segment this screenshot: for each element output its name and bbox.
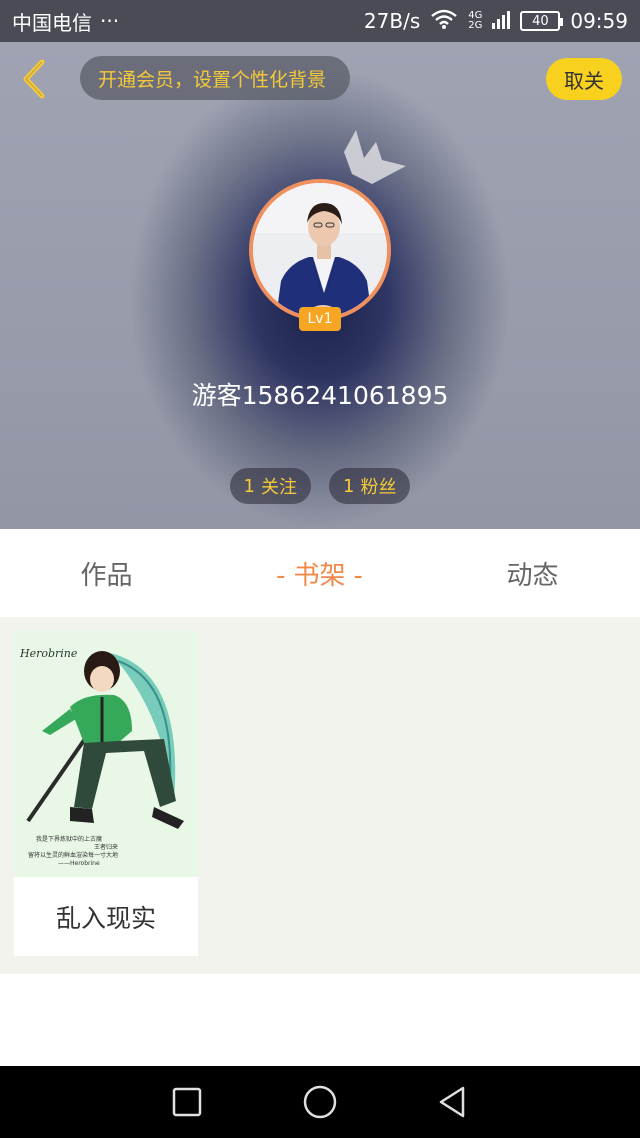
- system-nav-bar: [0, 1066, 640, 1138]
- cover-line-1: 我是下界炼狱中的上古魔: [36, 835, 102, 843]
- bookshelf-content: Herobrine 我是下界炼狱中的上古魔 王者归来 留将以生灵的鲜血渲染每一寸…: [0, 617, 640, 974]
- book-cover: Herobrine 我是下界炼狱中的上古魔 王者归来 留将以生灵的鲜血渲染每一寸…: [14, 631, 198, 877]
- tab-bookshelf[interactable]: - 书架 -: [213, 555, 426, 592]
- home-button[interactable]: [296, 1078, 344, 1126]
- book-cover-image: Herobrine 我是下界炼狱中的上古魔 王者归来 留将以生灵的鲜血渲染每一寸…: [14, 631, 198, 877]
- status-bar-right: 27B/s 4G 2G 40 09:59: [364, 8, 628, 35]
- avatar-image: [253, 183, 387, 317]
- cover-line-2: 王者归来: [94, 843, 118, 851]
- recent-apps-button[interactable]: [163, 1078, 211, 1126]
- tab-works-label: 作品: [80, 560, 133, 591]
- battery-icon: 40: [520, 11, 564, 31]
- chevron-left-icon: [23, 59, 45, 99]
- following-label: 关注: [261, 477, 297, 498]
- vip-banner-text: 开通会员，设置个性化背景: [98, 68, 327, 91]
- following-button[interactable]: 1 关注: [229, 468, 311, 504]
- wifi-icon: [430, 8, 458, 35]
- back-nav-button[interactable]: [429, 1078, 477, 1126]
- vip-banner[interactable]: 开通会员，设置个性化背景: [80, 56, 350, 100]
- followers-label: 粉丝: [360, 477, 397, 498]
- network-speed: 27B/s: [363, 9, 421, 33]
- unfollow-label: 取关: [564, 68, 604, 93]
- profile-header: 开通会员，设置个性化背景 取关 Lv1 游客1586241061895 1 关注…: [0, 42, 640, 529]
- followers-count: 1: [343, 475, 355, 497]
- signal-icon: [492, 8, 511, 35]
- battery-level: 40: [532, 13, 549, 29]
- book-title: 乱入现实: [55, 903, 156, 933]
- unfollow-button[interactable]: 取关: [546, 58, 622, 100]
- back-button[interactable]: [16, 56, 56, 102]
- tab-activity-label: 动态: [506, 560, 559, 591]
- network-type-bottom: 2G: [468, 20, 483, 31]
- followers-button[interactable]: 1 粉丝: [329, 468, 411, 504]
- level-text: Lv1: [307, 311, 333, 327]
- tab-activity[interactable]: 动态: [426, 555, 639, 592]
- stats-row: 1 关注 1 粉丝: [0, 468, 640, 504]
- tab-bookshelf-dash-left: -: [276, 560, 286, 591]
- carrier-label: 中国电信: [12, 10, 92, 35]
- level-badge: Lv1: [299, 307, 341, 331]
- status-bar-left: 中国电信 ···: [12, 7, 119, 36]
- tab-bookshelf-label: 书架: [293, 560, 346, 591]
- cover-line-3: 留将以生灵的鲜血渲染每一寸大地: [28, 851, 118, 859]
- tab-bar: 作品 - 书架 - 动态: [0, 529, 640, 617]
- following-count: 1: [243, 475, 255, 497]
- username: 游客1586241061895: [191, 381, 449, 410]
- cover-line-4: ——Herobrine: [58, 860, 100, 867]
- tab-bookshelf-dash-right: -: [353, 560, 363, 591]
- more-indicator: ···: [100, 9, 120, 33]
- tab-works[interactable]: 作品: [0, 555, 213, 592]
- circle-icon: [303, 1085, 337, 1119]
- network-type: 4G 2G: [468, 11, 482, 31]
- square-icon: [172, 1087, 201, 1117]
- clock: 09:59: [570, 9, 628, 33]
- triangle-back-icon: [440, 1086, 465, 1118]
- cover-signature: Herobrine: [19, 647, 78, 660]
- book-card[interactable]: Herobrine 我是下界炼狱中的上古魔 王者归来 留将以生灵的鲜血渲染每一寸…: [14, 631, 198, 956]
- avatar[interactable]: [249, 179, 391, 321]
- status-bar: 中国电信 ··· 27B/s 4G 2G 40 09:59: [0, 0, 640, 42]
- crown-icon: [344, 130, 406, 184]
